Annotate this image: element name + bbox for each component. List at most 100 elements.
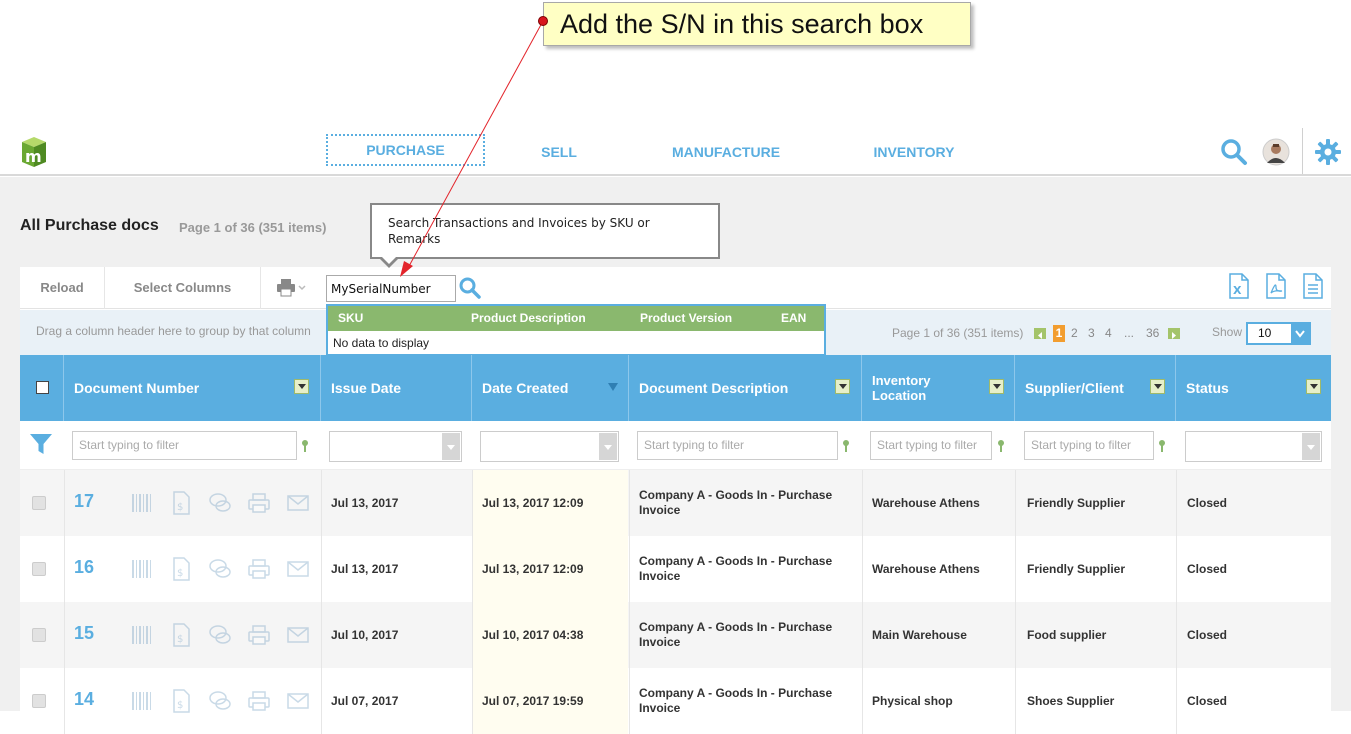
header-document-number[interactable]: Document Number <box>64 355 321 421</box>
table-row[interactable]: 14 $ Jul 07, 2017 Jul 07, 2017 19:59 Company… <box>20 668 1331 734</box>
table-row[interactable]: 17 $ Jul 13, 2017 Jul 13, 2017 12:09 Company… <box>20 470 1331 536</box>
column-filter-icon[interactable] <box>989 379 1004 394</box>
svg-text:$: $ <box>177 634 183 645</box>
reload-button[interactable]: Reload <box>20 267 105 309</box>
header-issue-date[interactable]: Issue Date <box>321 355 472 421</box>
nav-manufacture[interactable]: MANUFACTURE <box>660 142 792 164</box>
filter-pin-icon[interactable] <box>997 440 1005 452</box>
page-4[interactable]: 4 <box>1105 326 1112 340</box>
document-icon[interactable]: $ <box>169 623 193 647</box>
filter-inventory-location[interactable]: Start typing to filter <box>870 431 992 460</box>
filter-pin-icon[interactable] <box>842 440 850 452</box>
nav-sell[interactable]: SELL <box>520 142 598 164</box>
dropdown-empty-text: No data to display <box>333 336 430 350</box>
status-cell: Closed <box>1187 628 1228 642</box>
document-number-link[interactable]: 17 <box>74 491 94 512</box>
filter-pin-icon[interactable] <box>301 440 309 452</box>
header-status[interactable]: Status <box>1176 355 1331 421</box>
description-line-2: Invoice <box>639 635 681 649</box>
search-results-dropdown[interactable]: SKU Product Description Product Version … <box>326 304 826 356</box>
printer-icon[interactable] <box>247 689 271 713</box>
nav-purchase[interactable]: PURCHASE <box>326 134 485 166</box>
email-icon[interactable] <box>286 623 310 647</box>
filter-pin-icon[interactable] <box>1158 440 1166 452</box>
column-filter-icon[interactable] <box>1150 379 1165 394</box>
table-row[interactable]: 16 $ Jul 13, 2017 Jul 13, 2017 12:09 Company… <box>20 536 1331 602</box>
document-number-link[interactable]: 14 <box>74 689 94 710</box>
email-icon[interactable] <box>286 689 310 713</box>
barcode-icon[interactable] <box>130 689 154 713</box>
comments-icon[interactable] <box>208 689 232 713</box>
document-export-icon[interactable] <box>1302 273 1324 299</box>
row-checkbox[interactable] <box>32 694 46 708</box>
printer-icon[interactable] <box>247 491 271 515</box>
column-divider <box>64 470 65 536</box>
search-icon[interactable] <box>458 276 482 300</box>
select-all-checkbox[interactable] <box>36 381 49 394</box>
inventory-location-cell: Warehouse Athens <box>872 496 980 510</box>
email-icon[interactable] <box>286 491 310 515</box>
avatar[interactable] <box>1262 138 1290 166</box>
filter-icon[interactable] <box>29 432 53 456</box>
select-columns-button[interactable]: Select Columns <box>105 267 261 309</box>
filter-status[interactable] <box>1185 431 1322 462</box>
next-page-button[interactable] <box>1168 328 1180 339</box>
svg-text:X: X <box>1233 284 1242 297</box>
dropdown-col-description: Product Description <box>471 311 586 325</box>
issue-date-cell: Jul 10, 2017 <box>331 628 399 642</box>
filter-document-description[interactable]: Start typing to filter <box>637 431 838 460</box>
filter-issue-date[interactable] <box>329 431 462 462</box>
column-divider <box>629 602 630 668</box>
page-size-select[interactable]: 10 <box>1246 322 1311 345</box>
search-icon[interactable] <box>1220 138 1248 166</box>
email-icon[interactable] <box>286 557 310 581</box>
page-current[interactable]: 1 <box>1053 325 1065 342</box>
nav-inventory[interactable]: INVENTORY <box>860 142 968 164</box>
column-divider <box>321 602 322 668</box>
gear-icon[interactable] <box>1314 138 1342 166</box>
page-last[interactable]: 36 <box>1146 326 1159 340</box>
description-line-2: Invoice <box>639 701 681 715</box>
pdf-export-icon[interactable] <box>1265 273 1287 299</box>
barcode-icon[interactable] <box>130 623 154 647</box>
chevron-down-icon <box>442 433 460 460</box>
filter-date-created[interactable] <box>480 431 619 462</box>
barcode-icon[interactable] <box>130 557 154 581</box>
app-logo-icon[interactable]: m <box>18 136 50 168</box>
printer-icon[interactable] <box>247 557 271 581</box>
print-button[interactable] <box>261 267 325 309</box>
table-row[interactable]: 15 $ Jul 10, 2017 Jul 10, 2017 04:38 Company… <box>20 602 1331 668</box>
search-input[interactable] <box>326 275 456 302</box>
document-icon[interactable]: $ <box>169 557 193 581</box>
tooltip-tail-inner <box>381 256 397 264</box>
row-checkbox[interactable] <box>32 628 46 642</box>
page-3[interactable]: 3 <box>1088 326 1095 340</box>
column-filter-icon[interactable] <box>835 379 850 394</box>
row-checkbox[interactable] <box>32 562 46 576</box>
header-date-created[interactable]: Date Created <box>472 355 629 421</box>
filter-document-number[interactable]: Start typing to filter <box>72 431 297 460</box>
prev-page-button[interactable] <box>1034 328 1046 339</box>
page-2[interactable]: 2 <box>1071 326 1078 340</box>
dropdown-col-sku: SKU <box>338 311 364 325</box>
search-tooltip: Search Transactions and Invoices by SKU … <box>370 203 720 259</box>
barcode-icon[interactable] <box>130 491 154 515</box>
header-inventory-location[interactable]: Inventory Location <box>862 355 1015 421</box>
comments-icon[interactable] <box>208 557 232 581</box>
document-icon[interactable]: $ <box>169 689 193 713</box>
row-checkbox[interactable] <box>32 496 46 510</box>
comments-icon[interactable] <box>208 623 232 647</box>
printer-icon[interactable] <box>247 623 271 647</box>
document-icon[interactable]: $ <box>169 491 193 515</box>
column-filter-icon[interactable] <box>294 379 309 394</box>
document-number-link[interactable]: 15 <box>74 623 94 644</box>
column-filter-icon[interactable] <box>1306 379 1321 394</box>
description-line-1: Company A - Goods In - Purchase <box>639 554 833 568</box>
excel-export-icon[interactable]: X <box>1228 273 1250 299</box>
date-created-cell: Jul 13, 2017 12:09 <box>482 562 584 576</box>
comments-icon[interactable] <box>208 491 232 515</box>
filter-supplier-client[interactable]: Start typing to filter <box>1024 431 1154 460</box>
header-document-description[interactable]: Document Description <box>629 355 862 421</box>
header-supplier-client[interactable]: Supplier/Client <box>1015 355 1176 421</box>
document-number-link[interactable]: 16 <box>74 557 94 578</box>
